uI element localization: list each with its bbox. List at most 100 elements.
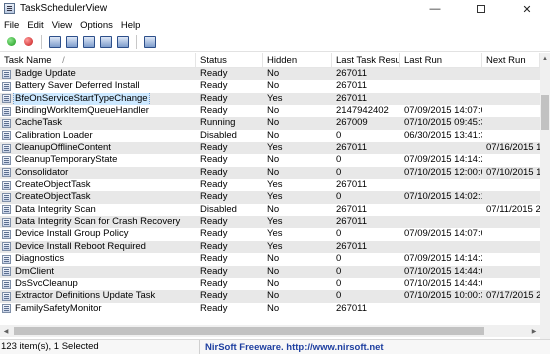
disable-task-button[interactable] [21,35,35,49]
task-icon [2,217,11,227]
last-task-result-cell: 267011 [336,80,367,92]
table-row[interactable]: DmClient Ready No 0 07/10/2015 14:44:09 [0,265,540,278]
table-row[interactable]: Consolidator Ready No 0 07/10/2015 12:00:00 0… [0,166,540,180]
sort-indicator-icon: / [62,55,65,66]
status-cell: Ready [200,216,228,228]
table-row[interactable]: Device Install Reboot Required Ready Yes 26… [0,240,540,254]
scroll-up-icon[interactable]: ▲ [540,53,550,65]
next-run-cell: 07/16/2015 14:0 [486,142,540,154]
exit-button[interactable] [143,35,157,49]
toolbar-separator [41,34,42,49]
next-run-cell: 07/11/2015 23: [486,203,540,215]
task-icon [2,193,11,203]
menu-view[interactable]: View [48,20,76,31]
column-header-next-run[interactable]: Next Run [482,53,540,68]
table-row[interactable]: Extractor Definitions Update Task Ready No… [0,290,540,303]
status-cell: Ready [200,80,228,92]
column-header-hidden[interactable]: Hidden [263,53,332,68]
task-name-cell: Calibration Loader [0,130,196,142]
copy-button[interactable] [65,35,79,49]
scroll-left-icon[interactable]: ◀ [0,325,12,337]
enable-task-button[interactable] [4,35,18,49]
html-report-icon [100,35,112,48]
table-row[interactable]: Data Integrity Scan Disabled No 267011 07/11… [0,203,540,217]
table-row[interactable]: CreateObjectTask Ready Yes 267011 [0,179,540,192]
task-name-cell: CreateObjectTask [0,191,196,203]
horizontal-scroll-thumb[interactable] [14,327,484,335]
list-header: Task Name / Status Hidden Last Task Resu… [0,53,540,68]
last-task-result-cell: 267011 [336,92,367,104]
menu-options[interactable]: Options [76,20,117,31]
task-icon [2,279,11,289]
task-name-cell: Data Integrity Scan [0,204,196,216]
next-run-cell: 07/17/2015 23:1 [486,290,540,302]
exit-icon [144,35,156,48]
html-report-button[interactable] [99,35,113,49]
task-icon [2,131,11,141]
table-row[interactable]: BfeOnServiceStartTypeChange Ready Yes 26701… [0,92,540,106]
next-run-cell: 07/10/2015 18:0 [486,166,540,178]
column-header-last-task-result[interactable]: Last Task Result [332,53,400,68]
table-row[interactable]: BindingWorkItemQueueHandler Ready No 214794… [0,105,540,118]
table-row[interactable]: CacheTask Running No 267009 07/10/2015 09:45… [0,117,540,130]
task-list[interactable]: Task Name / Status Hidden Last Task Resu… [0,53,550,339]
title-bar: TaskSchedulerView — ✕ [0,0,550,18]
hidden-cell: No [267,277,280,289]
status-cell: Ready [200,142,228,154]
vertical-scrollbar[interactable]: ▲ ▼ [540,53,550,339]
minimize-button[interactable]: — [412,0,458,18]
column-header-task-name[interactable]: Task Name / [0,53,196,68]
table-row[interactable]: FamilySafetyMonitor Ready No 267011 [0,302,540,315]
close-button[interactable]: ✕ [504,0,550,18]
scroll-right-icon[interactable]: ▶ [528,325,540,337]
table-row[interactable]: CreateObjectTask Ready Yes 0 07/10/2015 14:0… [0,191,540,204]
last-task-result-cell: 0 [336,290,342,302]
next-run-cell [482,154,540,166]
table-row[interactable]: Calibration Loader Disabled No 0 06/30/2015 … [0,129,540,143]
maximize-button[interactable] [458,0,504,18]
table-row[interactable]: Device Install Group Policy Ready Yes 0 07/0… [0,228,540,241]
table-row[interactable]: Battery Saver Deferred Install Ready No 267… [0,80,540,93]
last-task-result-cell: 0 [336,129,342,141]
last-run-cell: 07/09/2015 14:14:24 [404,154,482,166]
vertical-scroll-thumb[interactable] [541,95,549,130]
last-task-result-cell: 0 [336,253,342,265]
table-row[interactable]: DsSvcCleanup Ready No 0 07/10/2015 14:44:09 [0,277,540,291]
nirsoft-link[interactable]: NirSoft Freeware. http://www.nirsoft.net [205,342,384,353]
status-cell: Ready [200,68,228,79]
horizontal-scrollbar[interactable]: ◀ ▶ [0,325,540,337]
status-cell: Ready [200,191,228,203]
next-run-cell [482,191,540,203]
hidden-cell: No [267,265,280,277]
table-row[interactable]: Data Integrity Scan for Crash Recovery Re… [0,216,540,229]
table-row[interactable]: Badge Update Ready No 267011 [0,68,540,81]
status-cell: Disabled [200,129,237,141]
next-run-cell [482,80,540,92]
task-name: CreateObjectTask [15,179,91,191]
options-button[interactable] [116,35,130,49]
task-icon [2,156,11,166]
task-name: CreateObjectTask [15,191,91,203]
column-header-last-run[interactable]: Last Run [400,53,482,68]
menu-help[interactable]: Help [117,20,145,31]
table-row[interactable]: Diagnostics Ready No 0 07/09/2015 14:14:25 [0,253,540,266]
menu-file[interactable]: File [0,20,23,31]
hidden-cell: No [267,290,280,302]
options-icon [117,35,129,48]
table-row[interactable]: CleanupTemporaryState Ready No 0 07/09/2015 … [0,154,540,167]
hidden-cell: Yes [267,228,283,240]
status-cell: Ready [200,92,228,104]
next-run-cell [482,216,540,228]
column-header-status[interactable]: Status [196,53,263,68]
task-name-cell: Diagnostics [0,253,196,265]
table-row[interactable]: CleanupOfflineContent Ready Yes 267011 07/16… [0,142,540,155]
hidden-cell: Yes [267,142,283,154]
scrollbar-corner [540,325,550,337]
hidden-cell: Yes [267,179,283,191]
task-name: FamilySafetyMonitor [15,302,102,314]
last-run-cell [400,68,482,80]
menu-edit[interactable]: Edit [23,20,47,31]
properties-button[interactable] [82,35,96,49]
task-name: Device Install Group Policy [15,228,129,240]
save-button[interactable] [48,35,62,49]
